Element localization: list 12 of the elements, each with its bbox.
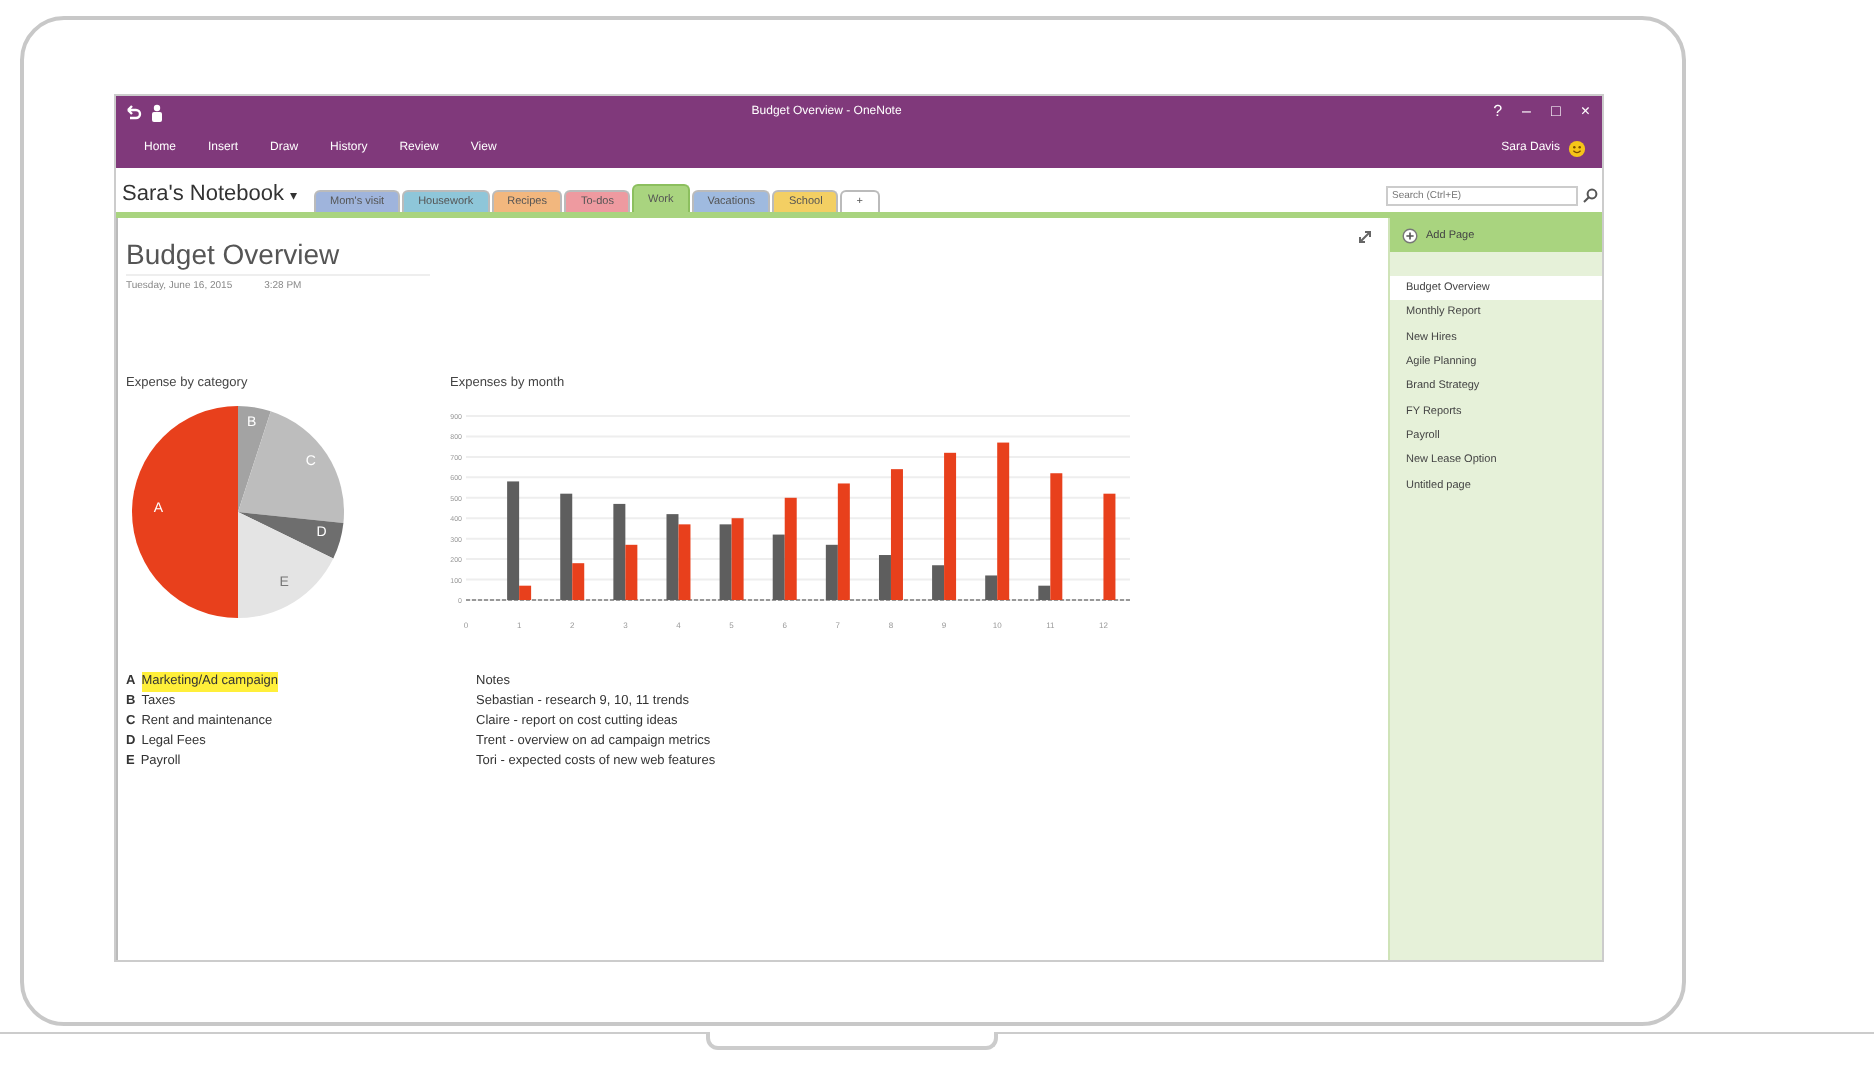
undo-icon[interactable] [124,104,142,120]
touch-mode-icon[interactable] [150,103,164,121]
minimize-button[interactable]: – [1518,104,1535,120]
expand-icon[interactable] [1358,230,1372,244]
search-icon[interactable] [1582,188,1598,204]
close-button[interactable]: × [1576,104,1594,120]
help-button[interactable]: ? [1489,104,1507,120]
smiley-icon[interactable] [1568,139,1586,157]
page-title: Budget Overview [126,238,430,276]
chart-bar [1103,493,1116,600]
maximize-button[interactable]: □ [1546,104,1565,120]
plus-circle-icon [1402,227,1418,243]
